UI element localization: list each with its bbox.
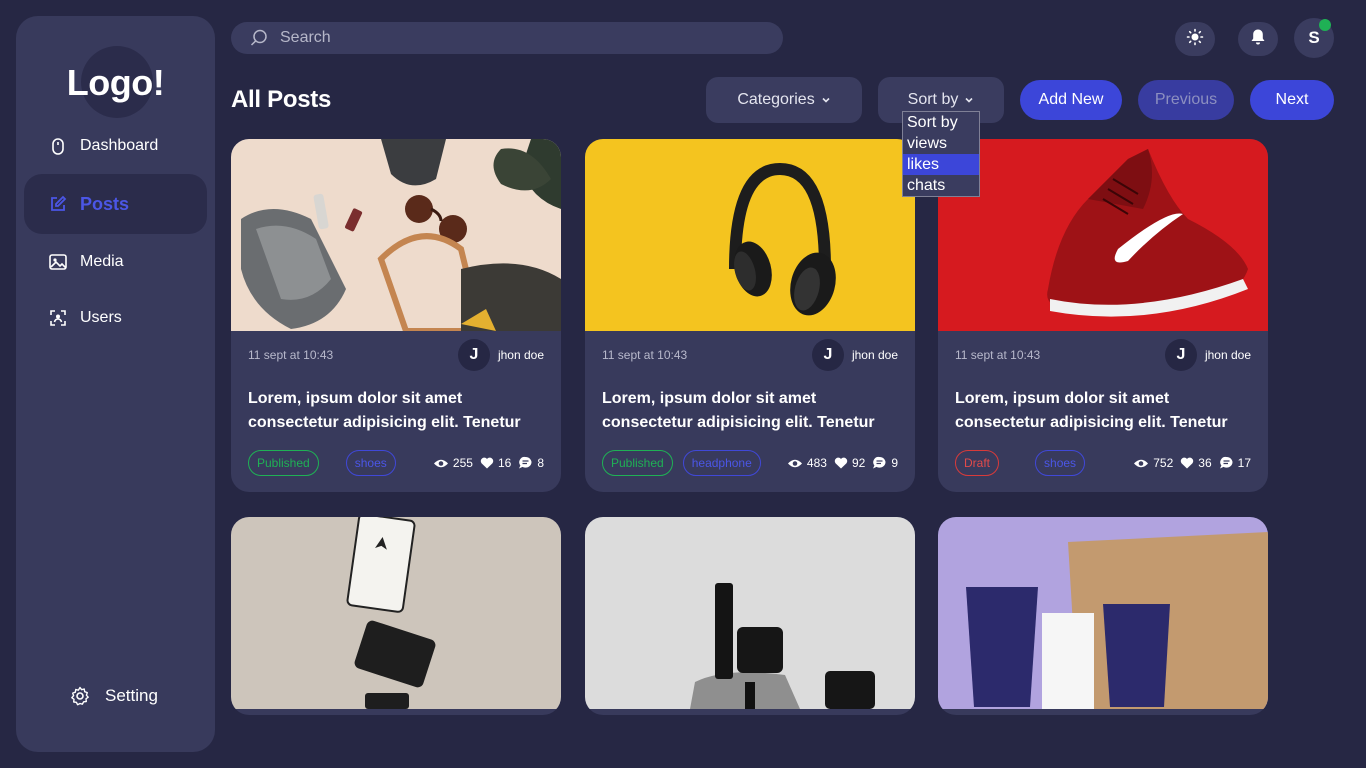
sidebar-item-users[interactable]: Users xyxy=(24,288,207,348)
author-name: jhon doe xyxy=(497,348,544,362)
chats-count: 8 xyxy=(537,456,544,470)
status-badge[interactable]: Published xyxy=(248,450,319,476)
category-badge[interactable]: shoes xyxy=(345,450,396,476)
post-date: 11 sept at 10:43 xyxy=(248,348,334,362)
mouse-icon xyxy=(49,137,67,155)
edit-icon xyxy=(49,195,67,213)
previous-button[interactable]: Previous xyxy=(1138,80,1234,120)
heart-icon xyxy=(834,457,848,469)
eye-icon xyxy=(787,459,802,467)
category-badge[interactable]: shoes xyxy=(1035,450,1086,476)
notifications-button[interactable] xyxy=(1238,22,1278,56)
bell-icon xyxy=(1250,28,1266,51)
sidebar-item-label: Media xyxy=(80,253,124,270)
sort-option-likes[interactable]: likes xyxy=(903,154,979,175)
likes-count: 36 xyxy=(1198,456,1212,470)
post-image-skincare[interactable] xyxy=(585,517,915,709)
post-card[interactable]: 11 sept at 10:43 J jhon doe Lorem, ipsum… xyxy=(585,139,915,492)
logo-text: Logo! xyxy=(66,62,165,103)
status-badge[interactable]: Published xyxy=(602,450,673,476)
post-card[interactable]: 11 sept at 10:43 J jhon doe Lorem, ipsum… xyxy=(231,139,561,492)
sidebar-item-label: Dashboard xyxy=(80,137,159,154)
views-count: 255 xyxy=(452,456,473,470)
gear-icon xyxy=(70,686,90,706)
sidebar-item-media[interactable]: Media xyxy=(24,232,207,292)
setting-button[interactable]: Setting xyxy=(70,686,158,706)
post-title[interactable]: Lorem, ipsum dolor sit amet consectetur … xyxy=(955,387,1255,435)
sort-by-label: Sort by xyxy=(907,91,959,108)
likes-count: 16 xyxy=(497,456,512,470)
theme-toggle-button[interactable] xyxy=(1175,22,1215,56)
heart-icon xyxy=(1181,457,1194,469)
sidebar: Logo! Dashboard Posts Media Users Settin… xyxy=(16,16,215,752)
chevron-down-icon xyxy=(964,96,974,104)
post-card[interactable]: 11 sept at 10:43 J jhon doe Lorem, ipsum… xyxy=(938,139,1268,492)
categories-label: Categories xyxy=(737,91,815,108)
status-badge[interactable]: Draft xyxy=(955,450,1000,476)
sidebar-item-posts[interactable]: Posts xyxy=(24,174,207,234)
category-badge[interactable]: headphone xyxy=(682,450,761,476)
search-icon xyxy=(249,28,269,48)
post-image-curology[interactable] xyxy=(938,517,1268,709)
page-title: All Posts xyxy=(231,86,331,113)
author-name: jhon doe xyxy=(1204,348,1251,362)
categories-button[interactable]: Categories xyxy=(706,77,862,123)
views-count: 483 xyxy=(806,456,827,470)
search-input[interactable] xyxy=(280,29,760,47)
logo[interactable]: Logo! xyxy=(16,46,215,118)
chats-count: 17 xyxy=(1237,456,1251,470)
setting-label: Setting xyxy=(105,686,158,705)
sidebar-item-dashboard[interactable]: Dashboard xyxy=(24,116,207,176)
chat-icon xyxy=(519,456,532,469)
post-date: 11 sept at 10:43 xyxy=(602,348,688,362)
post-image-flatlay[interactable] xyxy=(231,139,561,331)
image-icon xyxy=(49,253,67,271)
post-card[interactable] xyxy=(938,517,1268,715)
sidebar-item-label: Posts xyxy=(80,193,130,214)
author-name: jhon doe xyxy=(851,348,898,362)
avatar-letter: S xyxy=(1308,28,1320,47)
sort-option-chats[interactable]: chats xyxy=(903,175,979,196)
post-image-hemp[interactable] xyxy=(231,517,561,709)
online-status-dot xyxy=(1319,19,1331,31)
sort-option-sort-by[interactable]: Sort by xyxy=(903,112,979,133)
sun-icon xyxy=(1186,28,1204,51)
chats-count: 9 xyxy=(891,456,898,470)
eye-icon xyxy=(1134,459,1149,467)
post-author[interactable]: J jhon doe xyxy=(457,339,544,371)
sidebar-item-label: Users xyxy=(80,309,122,326)
post-card[interactable] xyxy=(231,517,561,715)
post-title[interactable]: Lorem, ipsum dolor sit amet consectetur … xyxy=(248,387,548,435)
likes-count: 92 xyxy=(851,456,866,470)
author-avatar: J xyxy=(1164,339,1197,371)
eye-icon xyxy=(433,459,448,467)
post-image-sneaker[interactable] xyxy=(938,139,1268,331)
author-avatar: J xyxy=(811,339,844,371)
next-button[interactable]: Next xyxy=(1250,80,1334,120)
heart-icon xyxy=(480,457,494,469)
post-date: 11 sept at 10:43 xyxy=(955,348,1041,362)
post-title[interactable]: Lorem, ipsum dolor sit amet consectetur … xyxy=(602,387,902,435)
add-new-button[interactable]: Add New xyxy=(1020,80,1122,120)
post-author[interactable]: J jhon doe xyxy=(811,339,898,371)
chevron-down-icon xyxy=(821,96,831,104)
post-image-headphones[interactable] xyxy=(585,139,915,331)
user-scan-icon xyxy=(49,309,67,327)
sort-dropdown[interactable]: Sort by views likes chats xyxy=(902,111,980,197)
post-author[interactable]: J jhon doe xyxy=(1164,339,1251,371)
author-avatar: J xyxy=(457,339,490,371)
search-bar[interactable] xyxy=(231,22,783,54)
sort-option-views[interactable]: views xyxy=(903,133,979,154)
chat-icon xyxy=(1219,456,1233,469)
chat-icon xyxy=(873,456,886,469)
views-count: 752 xyxy=(1153,456,1174,470)
post-card[interactable] xyxy=(585,517,915,715)
